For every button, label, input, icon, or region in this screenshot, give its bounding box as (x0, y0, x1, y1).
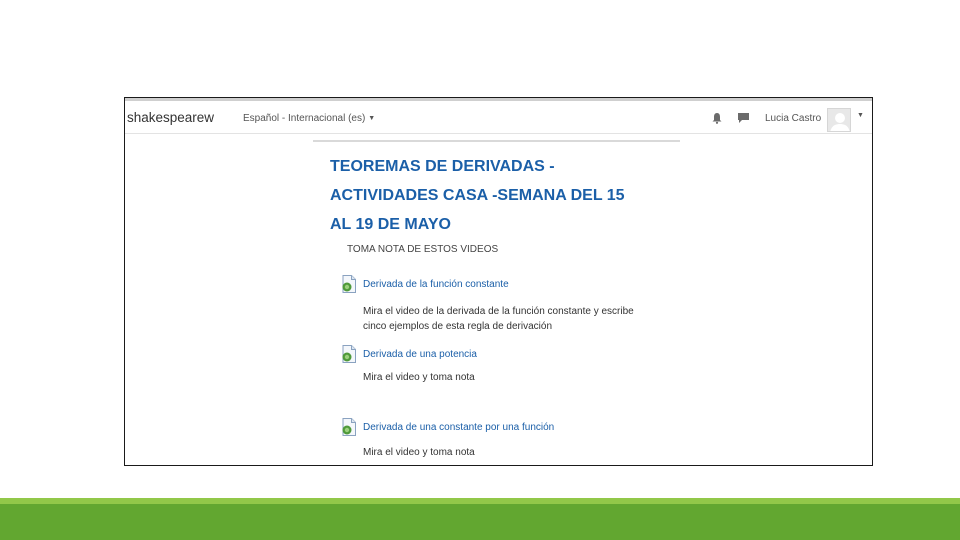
section-title: TEOREMAS DE DERIVADAS - ACTIVIDADES CASA… (313, 152, 680, 239)
chevron-down-icon[interactable]: ▼ (857, 112, 864, 119)
activity-link[interactable]: Derivada de la función constante (363, 279, 509, 290)
caret-down-icon: ▼ (368, 115, 376, 122)
activity-link[interactable]: Derivada de una constante por una funció… (363, 422, 554, 433)
section-subheading: TOMA NOTA DE ESTOS VIDEOS (347, 244, 499, 255)
language-menu[interactable]: Español - Internacional (es) ▼ (243, 113, 375, 124)
moodle-screenshot: shakespearew Español - Internacional (es… (124, 97, 873, 466)
video-file-icon (342, 418, 356, 436)
footer-bar (0, 504, 960, 540)
language-label: Español - Internacional (es) (243, 113, 366, 124)
activity-description: Mira el video de la derivada de la funci… (363, 306, 634, 332)
activity-description: Mira el video y toma nota (363, 372, 475, 383)
user-name[interactable]: Lucia Castro (765, 113, 821, 124)
video-file-icon (342, 275, 356, 293)
activity-description: Mira el video y toma nota (363, 447, 475, 458)
section-title-line: AL 19 DE MAYO (330, 216, 451, 233)
site-brand[interactable]: shakespearew (127, 110, 214, 125)
bell-icon[interactable] (711, 112, 723, 124)
avatar[interactable] (827, 108, 851, 132)
top-navbar: shakespearew Español - Internacional (es… (125, 98, 872, 134)
section-title-line: ACTIVIDADES CASA -SEMANA DEL 15 (330, 187, 625, 204)
user-silhouette-icon (830, 113, 850, 131)
course-section: TEOREMAS DE DERIVADAS - ACTIVIDADES CASA… (313, 140, 680, 255)
chat-bubble-icon[interactable] (737, 112, 750, 124)
video-file-icon (342, 345, 356, 363)
section-title-line: TEOREMAS DE DERIVADAS - (330, 158, 555, 175)
activity-link[interactable]: Derivada de una potencia (363, 349, 477, 360)
